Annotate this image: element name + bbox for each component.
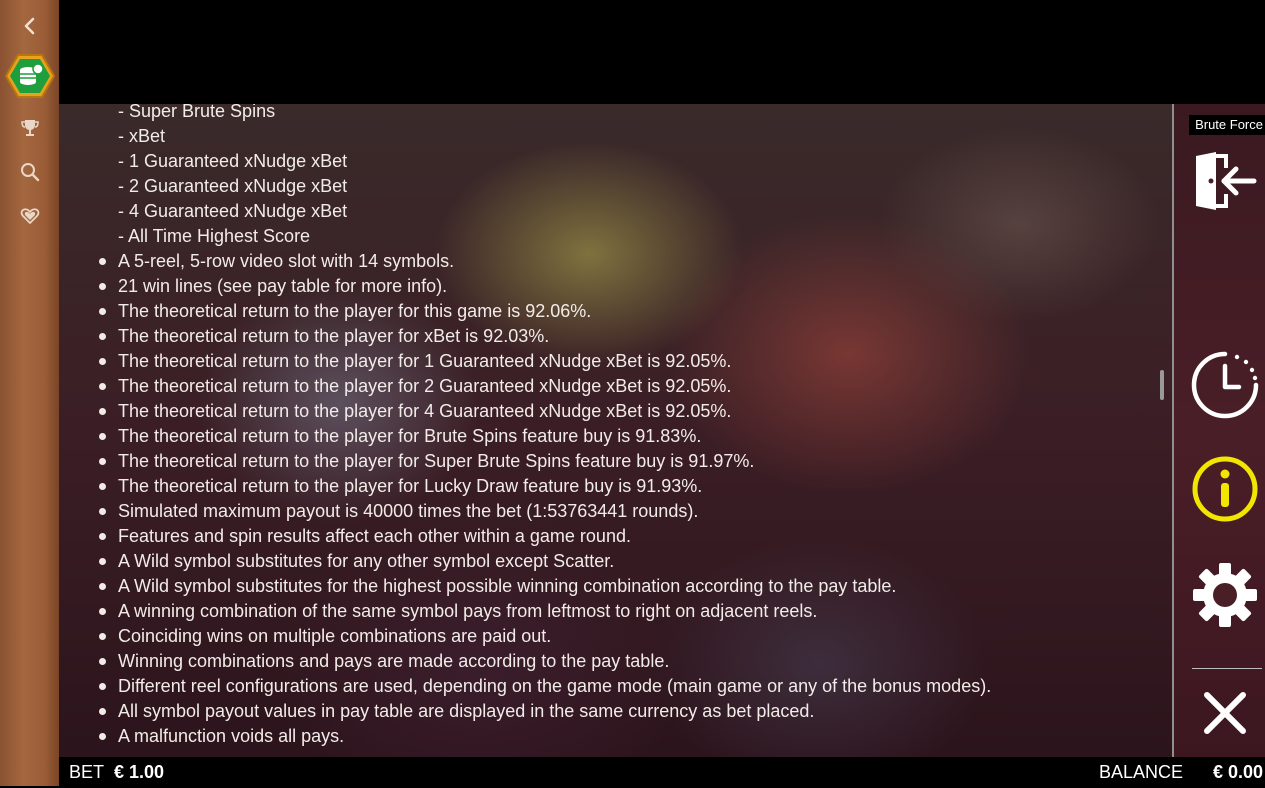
list-item: All symbol payout values in pay table ar… — [99, 699, 814, 724]
heart-icon — [20, 208, 39, 225]
scrollbar-thumb[interactable] — [1160, 370, 1164, 400]
list-item: The theoretical return to the player for… — [99, 424, 701, 449]
search-icon — [20, 163, 39, 182]
left-sidebar — [0, 0, 60, 786]
bullet — [99, 458, 106, 465]
exit-button[interactable] — [1190, 146, 1260, 216]
balance-label: BALANCE — [1098, 762, 1183, 782]
coins-icon — [4, 54, 55, 98]
bullet — [99, 408, 106, 415]
back-button[interactable] — [0, 12, 59, 40]
history-clock-icon — [1191, 351, 1259, 419]
list-item: A malfunction voids all pays. — [99, 724, 344, 749]
list-item: A Wild symbol substitutes for the highes… — [99, 574, 896, 599]
bullet — [99, 358, 106, 365]
trophy-button[interactable] — [0, 116, 59, 140]
right-control-panel: Brute Force — [1172, 104, 1265, 757]
chevron-left-icon — [24, 17, 34, 35]
list-item: The theoretical return to the player for… — [99, 474, 702, 499]
list-item: The theoretical return to the player for… — [99, 299, 591, 324]
bullet — [99, 283, 106, 290]
bet-value: € 1.00 — [114, 762, 165, 782]
panel-divider — [1192, 668, 1262, 669]
bullet — [99, 558, 106, 565]
status-bar: BET € 1.00 BALANCE € 0.00 — [59, 757, 1265, 786]
info-icon — [1192, 456, 1258, 522]
info-button[interactable] — [1190, 454, 1260, 524]
trophy-icon — [20, 120, 39, 136]
list-sub-item: - All Time Highest Score — [118, 226, 311, 246]
bullet — [99, 533, 106, 540]
bullet — [99, 383, 106, 390]
list-item: The theoretical return to the player for… — [99, 374, 731, 399]
game-info-panel[interactable]: - Super Brute Spins - xBet - 1 Guarantee… — [59, 104, 1172, 757]
settings-button[interactable] — [1190, 560, 1260, 630]
exit-icon — [1196, 152, 1257, 210]
list-item: Winning combinations and pays are made a… — [99, 649, 669, 674]
close-icon — [1204, 692, 1246, 734]
game-title-tag: Brute Force — [1189, 115, 1265, 135]
bullet — [99, 708, 106, 715]
settings-gear-icon — [1193, 563, 1257, 627]
history-button[interactable] — [1190, 350, 1260, 420]
list-item: Coinciding wins on multiple combinations… — [99, 624, 551, 649]
list-sub-item: - xBet — [118, 126, 166, 146]
bullet — [99, 508, 106, 515]
list-sub-item: - Super Brute Spins — [118, 104, 276, 121]
list-item: A winning combination of the same symbol… — [99, 599, 817, 624]
list-item: 21 win lines (see pay table for more inf… — [99, 274, 447, 299]
list-sub-item: - 4 Guaranteed xNudge xBet — [118, 201, 348, 221]
game-top-area — [59, 0, 1265, 104]
bullet — [99, 658, 106, 665]
coins-button[interactable] — [0, 52, 59, 100]
bullet — [99, 583, 106, 590]
bullet — [99, 433, 106, 440]
bullet — [99, 483, 106, 490]
bullet — [99, 683, 106, 690]
bullet — [99, 733, 106, 740]
list-item: A 5-reel, 5-row video slot with 14 symbo… — [99, 249, 454, 274]
bullet — [99, 258, 106, 265]
bullet — [99, 308, 106, 315]
list-item: The theoretical return to the player for… — [99, 324, 549, 349]
list-item: The theoretical return to the player for… — [99, 449, 754, 474]
bullet — [99, 333, 106, 340]
bullet — [99, 608, 106, 615]
list-item: A Wild symbol substitutes for any other … — [99, 549, 614, 574]
balance-value: € 0.00 — [1212, 762, 1263, 782]
list-item: Simulated maximum payout is 40000 times … — [99, 499, 698, 524]
list-item: Features and spin results affect each ot… — [99, 524, 631, 549]
list-item: The theoretical return to the player for… — [99, 349, 731, 374]
list-item: Different reel configurations are used, … — [99, 674, 991, 699]
close-button[interactable] — [1190, 678, 1260, 748]
search-button[interactable] — [0, 160, 59, 184]
bet-label: BET — [69, 762, 105, 782]
list-sub-item: - 2 Guaranteed xNudge xBet — [118, 176, 348, 196]
favorites-button[interactable] — [0, 204, 59, 228]
bullet — [99, 633, 106, 640]
list-sub-item: - 1 Guaranteed xNudge xBet — [118, 151, 348, 171]
list-item: The theoretical return to the player for… — [99, 399, 731, 424]
